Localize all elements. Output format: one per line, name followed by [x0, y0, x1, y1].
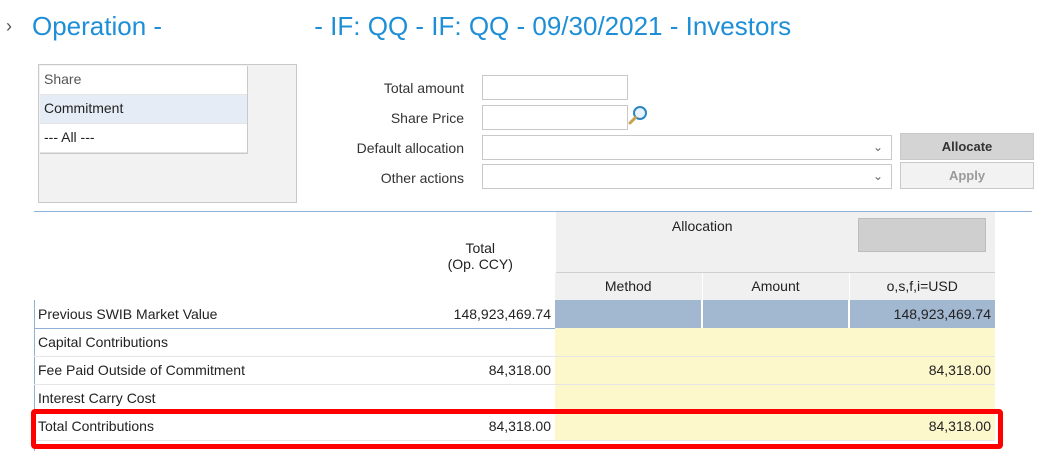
page-title: Operation - - IF: QQ - IF: QQ - 09/30/20… — [32, 11, 791, 42]
page-header: › Operation - - IF: QQ - IF: QQ - 09/30/… — [6, 8, 791, 44]
default-allocation-label: Default allocation — [356, 140, 464, 156]
share-price-label: Share Price — [390, 110, 464, 126]
share-item-all[interactable]: --- All --- — [40, 124, 247, 153]
row-label: Interest Carry Cost — [34, 384, 406, 413]
table-row: Previous SWIB Market Value 148,923,469.7… — [34, 300, 995, 329]
row-amount[interactable] — [702, 356, 849, 385]
row-usd[interactable] — [849, 384, 995, 413]
row-total: 84,318.00 — [406, 356, 555, 385]
row-usd[interactable]: 84,318.00 — [849, 412, 995, 441]
row-total — [406, 328, 555, 357]
row-amount — [702, 300, 850, 328]
total-amount-input[interactable] — [482, 75, 628, 100]
share-price-input[interactable] — [482, 105, 628, 130]
table-row: Interest Carry Cost — [34, 384, 995, 413]
row-usd[interactable]: 84,318.00 — [849, 356, 995, 385]
row-total — [406, 384, 555, 413]
apply-button[interactable]: Apply — [900, 162, 1034, 189]
row-total: 84,318.00 — [406, 412, 555, 441]
column-header-total-sub: (Op. CCY) — [447, 256, 513, 272]
default-allocation-select[interactable]: ⌄ — [482, 135, 892, 160]
row-amount[interactable] — [702, 412, 849, 441]
row-usd: 148,923,469.74 — [849, 300, 995, 328]
share-list[interactable]: Share Commitment --- All --- — [38, 64, 297, 203]
share-list-header: Share — [40, 66, 247, 95]
magnifier-icon[interactable] — [628, 104, 650, 126]
total-amount-label: Total amount — [383, 80, 464, 96]
column-header-usd: o,s,f,i=USD — [848, 271, 995, 300]
table-row: Total Contributions 84,318.00 84,318.00 — [34, 412, 995, 441]
row-label: Capital Contributions — [34, 328, 406, 357]
grid-corner — [34, 212, 406, 300]
row-method[interactable] — [555, 328, 702, 357]
share-list-items: Share Commitment --- All --- — [40, 66, 248, 154]
row-method[interactable] — [555, 384, 702, 413]
chevron-right-icon[interactable]: › — [6, 16, 32, 37]
row-label: Fee Paid Outside of Commitment — [34, 356, 406, 385]
allocate-button[interactable]: Allocate — [900, 133, 1034, 160]
chevron-down-icon: ⌄ — [872, 169, 883, 183]
column-header-total: Total (Op. CCY) — [406, 212, 555, 300]
column-header-amount: Amount — [701, 271, 849, 300]
table-row: Fee Paid Outside of Commitment 84,318.00… — [34, 356, 995, 385]
row-amount[interactable] — [702, 384, 849, 413]
page-title-part2: - IF: QQ - IF: QQ - 09/30/2021 - Investo… — [314, 10, 792, 41]
row-amount[interactable] — [702, 328, 849, 357]
row-method — [555, 300, 703, 328]
table-row: Capital Contributions — [34, 328, 995, 357]
other-actions-label: Other actions — [380, 170, 464, 186]
row-method[interactable] — [555, 356, 702, 385]
column-header-usd-top — [849, 212, 995, 272]
row-label: Total Contributions — [34, 412, 406, 441]
column-header-method: Method — [555, 271, 702, 300]
row-label: Previous SWIB Market Value — [34, 300, 406, 329]
row-total: 148,923,469.74 — [406, 300, 555, 329]
row-method[interactable] — [555, 412, 702, 441]
column-header-allocation: Allocation — [554, 212, 849, 272]
currency-selector[interactable] — [858, 218, 986, 252]
other-actions-select[interactable]: ⌄ — [482, 164, 892, 189]
column-header-total-label: Total — [465, 240, 496, 256]
share-item-commitment[interactable]: Commitment — [40, 95, 247, 124]
row-usd[interactable] — [849, 328, 995, 357]
page-title-part1: Operation - — [32, 10, 170, 41]
chevron-down-icon: ⌄ — [872, 140, 883, 154]
allocation-grid: Total (Op. CCY) Allocation Method Amount… — [34, 212, 995, 441]
